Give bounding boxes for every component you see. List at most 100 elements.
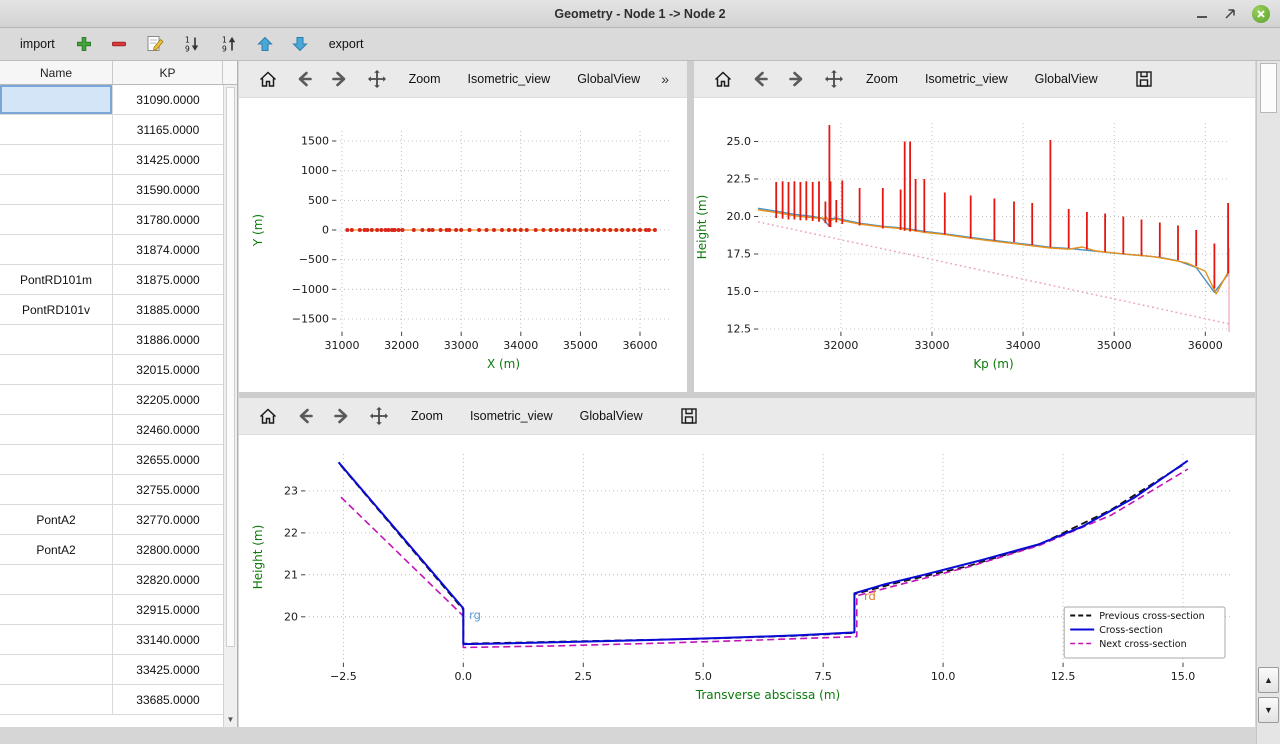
- cell-name[interactable]: [0, 115, 113, 144]
- cell-name[interactable]: [0, 235, 113, 264]
- table-row[interactable]: PontA232800.0000: [0, 535, 223, 565]
- zoom-button[interactable]: Zoom: [854, 66, 910, 92]
- cell-name[interactable]: [0, 355, 113, 384]
- cell-kp[interactable]: 31875.0000: [113, 265, 223, 294]
- table-row[interactable]: 32460.0000: [0, 415, 223, 445]
- scroll-down-button[interactable]: ▼: [1258, 697, 1279, 723]
- pan-button[interactable]: [817, 64, 851, 94]
- table-row[interactable]: 32205.0000: [0, 385, 223, 415]
- table-row[interactable]: 31780.0000: [0, 205, 223, 235]
- cross-section-chart[interactable]: −2.50.02.55.07.510.012.515.020212223Tran…: [239, 435, 1255, 727]
- table-row[interactable]: 31590.0000: [0, 175, 223, 205]
- cell-name[interactable]: [0, 205, 113, 234]
- global-view-button[interactable]: GlobalView: [1023, 66, 1110, 92]
- cell-name[interactable]: [0, 565, 113, 594]
- cell-kp[interactable]: 31165.0000: [113, 115, 223, 144]
- cell-kp[interactable]: 33140.0000: [113, 625, 223, 654]
- global-view-button[interactable]: GlobalView: [568, 403, 655, 429]
- zoom-button[interactable]: Zoom: [399, 403, 455, 429]
- cell-kp[interactable]: 33685.0000: [113, 685, 223, 714]
- cell-kp[interactable]: 32655.0000: [113, 445, 223, 474]
- add-section-button[interactable]: [74, 34, 94, 54]
- cell-kp[interactable]: 32755.0000: [113, 475, 223, 504]
- cell-kp[interactable]: 32770.0000: [113, 505, 223, 534]
- table-row[interactable]: 33685.0000: [0, 685, 223, 715]
- cell-name[interactable]: PontA2: [0, 505, 113, 534]
- cell-name[interactable]: [0, 145, 113, 174]
- table-scrollbar-thumb[interactable]: [226, 87, 235, 647]
- back-button[interactable]: [287, 64, 320, 94]
- import-button[interactable]: import: [16, 34, 59, 54]
- scroll-up-button[interactable]: ▲: [1258, 667, 1279, 693]
- zoom-button[interactable]: Zoom: [397, 66, 453, 92]
- cell-kp[interactable]: 31886.0000: [113, 325, 223, 354]
- cell-kp[interactable]: 31885.0000: [113, 295, 223, 324]
- save-button[interactable]: [672, 401, 706, 431]
- edit-section-button[interactable]: [144, 33, 166, 55]
- toolbar-overflow-button[interactable]: »: [655, 69, 675, 89]
- cell-kp[interactable]: 31874.0000: [113, 235, 223, 264]
- move-down-button[interactable]: [290, 34, 310, 54]
- table-scrollbar[interactable]: ▼: [223, 85, 237, 727]
- cell-kp[interactable]: 32800.0000: [113, 535, 223, 564]
- table-row[interactable]: 31165.0000: [0, 115, 223, 145]
- home-button[interactable]: [251, 64, 284, 94]
- export-button[interactable]: export: [325, 34, 368, 54]
- pan-button[interactable]: [362, 401, 396, 431]
- cell-name[interactable]: [0, 85, 113, 114]
- table-row[interactable]: PontRD101m31875.0000: [0, 265, 223, 295]
- scrollbar-thumb[interactable]: [1260, 63, 1277, 113]
- table-row[interactable]: 32915.0000: [0, 595, 223, 625]
- cell-name[interactable]: [0, 655, 113, 684]
- cell-kp[interactable]: 32205.0000: [113, 385, 223, 414]
- plan-view-chart[interactable]: 310003200033000340003500036000−1500−1000…: [239, 98, 687, 392]
- cell-name[interactable]: PontA2: [0, 535, 113, 564]
- table-row[interactable]: PontRD101v31885.0000: [0, 295, 223, 325]
- table-row[interactable]: 33425.0000: [0, 655, 223, 685]
- table-scroll-down-icon[interactable]: ▼: [224, 715, 237, 724]
- cell-kp[interactable]: 31090.0000: [113, 85, 223, 114]
- cell-kp[interactable]: 31780.0000: [113, 205, 223, 234]
- table-row[interactable]: 33140.0000: [0, 625, 223, 655]
- cell-kp[interactable]: 32015.0000: [113, 355, 223, 384]
- sort-descending-button[interactable]: 19: [218, 33, 240, 55]
- cell-name[interactable]: [0, 595, 113, 624]
- cell-name[interactable]: [0, 415, 113, 444]
- forward-button[interactable]: [780, 64, 814, 94]
- cell-name[interactable]: [0, 325, 113, 354]
- sort-ascending-button[interactable]: 19: [181, 33, 203, 55]
- table-row[interactable]: PontA232770.0000: [0, 505, 223, 535]
- forward-button[interactable]: [325, 401, 359, 431]
- column-header-kp[interactable]: KP: [113, 61, 223, 84]
- table-row[interactable]: 32820.0000: [0, 565, 223, 595]
- cell-name[interactable]: PontRD101v: [0, 295, 113, 324]
- cell-name[interactable]: PontRD101m: [0, 265, 113, 294]
- cell-name[interactable]: [0, 685, 113, 714]
- home-button[interactable]: [706, 64, 740, 94]
- close-button[interactable]: [1252, 5, 1270, 23]
- column-header-name[interactable]: Name: [0, 61, 113, 84]
- back-button[interactable]: [743, 64, 777, 94]
- cell-kp[interactable]: 32915.0000: [113, 595, 223, 624]
- pan-button[interactable]: [360, 64, 393, 94]
- cell-kp[interactable]: 33425.0000: [113, 655, 223, 684]
- cell-kp[interactable]: 32820.0000: [113, 565, 223, 594]
- minimize-button[interactable]: [1196, 8, 1208, 20]
- cell-name[interactable]: [0, 445, 113, 474]
- table-row[interactable]: 32655.0000: [0, 445, 223, 475]
- home-button[interactable]: [251, 401, 285, 431]
- isometric-view-button[interactable]: Isometric_view: [458, 403, 565, 429]
- cell-name[interactable]: [0, 175, 113, 204]
- move-up-button[interactable]: [255, 34, 275, 54]
- global-view-button[interactable]: GlobalView: [565, 66, 652, 92]
- table-row[interactable]: 32015.0000: [0, 355, 223, 385]
- cell-kp[interactable]: 31590.0000: [113, 175, 223, 204]
- table-row[interactable]: 31874.0000: [0, 235, 223, 265]
- maximize-button[interactable]: [1224, 8, 1236, 20]
- longitudinal-profile-chart[interactable]: 320003300034000350003600012.515.017.520.…: [694, 98, 1255, 392]
- isometric-view-button[interactable]: Isometric_view: [913, 66, 1020, 92]
- table-row[interactable]: 31090.0000: [0, 85, 223, 115]
- cell-kp[interactable]: 32460.0000: [113, 415, 223, 444]
- table-row[interactable]: 32755.0000: [0, 475, 223, 505]
- save-button[interactable]: [1127, 64, 1161, 94]
